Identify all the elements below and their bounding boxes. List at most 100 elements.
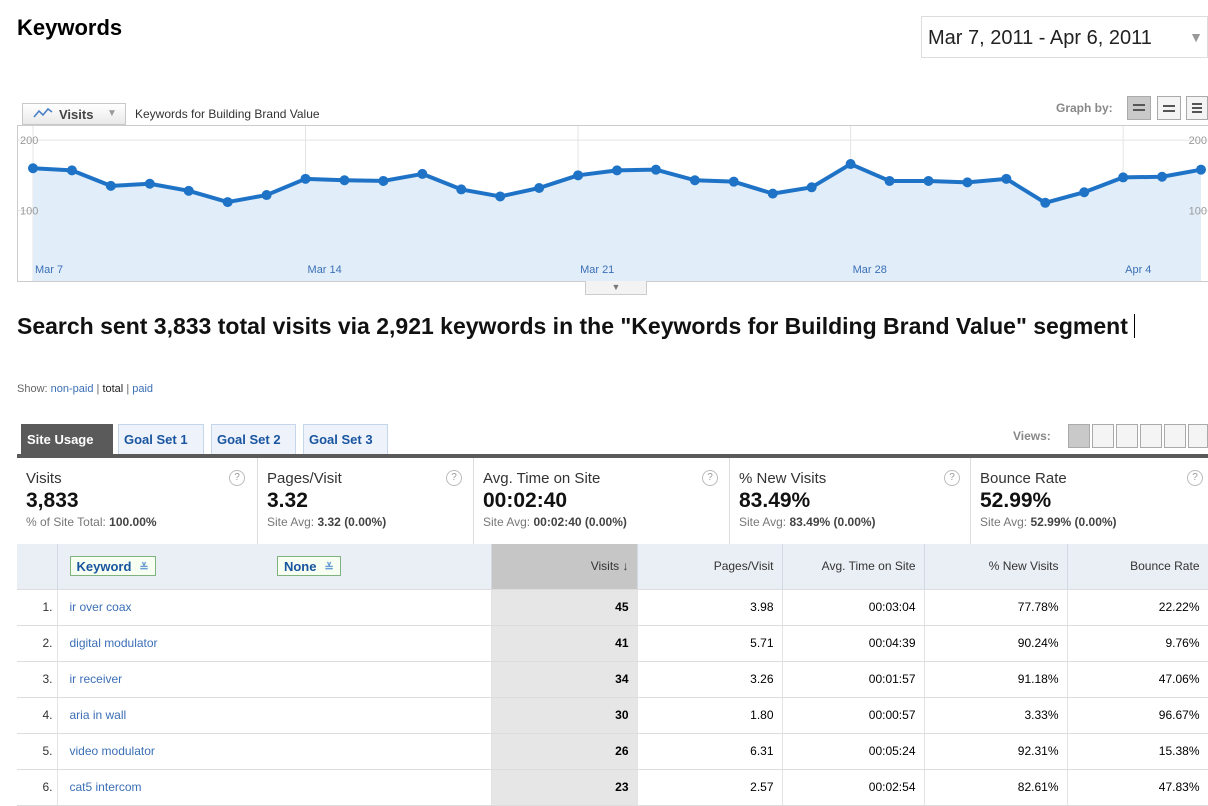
data-point[interactable]: [183, 185, 194, 196]
graph-metric-select[interactable]: Visits ▼: [22, 103, 126, 125]
avg-label: Site Avg:: [739, 515, 787, 529]
data-point[interactable]: [300, 173, 311, 184]
keyword-link[interactable]: ir over coax: [70, 600, 132, 614]
view-comparison-icon[interactable]: [1140, 424, 1162, 448]
data-point[interactable]: [1196, 164, 1206, 175]
row-rank: 6.: [17, 769, 58, 806]
keyword-link[interactable]: video modulator: [70, 744, 155, 758]
data-point[interactable]: [1040, 197, 1051, 208]
visits-cell: 26: [491, 733, 638, 770]
view-performance-icon[interactable]: [1116, 424, 1138, 448]
chart-collapse-handle[interactable]: ▼: [585, 281, 647, 295]
data-point[interactable]: [1001, 173, 1012, 184]
data-point[interactable]: [1079, 187, 1090, 198]
new-visits-cell: 82.61%: [924, 769, 1068, 806]
metric-name: Bounce Rate: [980, 470, 1067, 487]
view-sparkline-icon[interactable]: [1188, 424, 1208, 448]
data-point[interactable]: [767, 188, 778, 199]
pages-visit-header[interactable]: Pages/Visit: [637, 544, 783, 590]
metric-avg: Site Avg: 3.32 (0.00%): [267, 515, 473, 529]
help-icon[interactable]: ?: [944, 470, 960, 486]
tab-goal-set-3[interactable]: Goal Set 3: [303, 424, 388, 454]
data-point[interactable]: [923, 175, 934, 186]
data-point[interactable]: [573, 170, 584, 181]
data-point[interactable]: [884, 175, 895, 186]
data-point[interactable]: [689, 175, 700, 186]
data-point[interactable]: [612, 165, 622, 176]
data-point[interactable]: [28, 163, 38, 174]
tab-goal-set-1[interactable]: Goal Set 1: [118, 424, 204, 454]
graph-by-month-button[interactable]: [1186, 96, 1208, 120]
data-point[interactable]: [495, 191, 506, 202]
double-chevron-down-icon: ≚: [139, 562, 149, 575]
primary-dimension-label: Keyword: [76, 559, 132, 575]
avg-time-header[interactable]: Avg. Time on Site: [782, 544, 925, 590]
help-icon[interactable]: ?: [229, 470, 245, 486]
avg-time-cell: 00:03:04: [782, 589, 925, 626]
secondary-dimension-button[interactable]: None ≚: [276, 556, 341, 577]
data-point[interactable]: [456, 184, 467, 195]
data-point[interactable]: [1157, 171, 1168, 182]
rank-header: [17, 544, 58, 590]
filter-paid-link[interactable]: paid: [132, 383, 153, 395]
keyword-link[interactable]: aria in wall: [70, 708, 127, 722]
data-point[interactable]: [650, 164, 661, 175]
visits-header[interactable]: Visits ↓: [491, 544, 638, 590]
data-point[interactable]: [144, 178, 155, 189]
data-point[interactable]: [962, 177, 973, 188]
tab-goal-set-2[interactable]: Goal Set 2: [211, 424, 296, 454]
data-point[interactable]: [378, 175, 389, 186]
chart-area-fill: [33, 164, 1201, 281]
bounce-rate-header[interactable]: Bounce Rate: [1067, 544, 1208, 590]
filter-separator: |: [126, 383, 130, 395]
table-row: 3. ir receiver 34 3.26 00:01:57 91.18% 4…: [17, 661, 1208, 698]
data-point[interactable]: [105, 180, 116, 191]
graph-by-day-button[interactable]: [1127, 96, 1151, 120]
tab-site-usage[interactable]: Site Usage: [21, 424, 113, 454]
data-point[interactable]: [1118, 172, 1129, 183]
metric-value: 3.32: [267, 489, 308, 512]
chevron-down-icon[interactable]: ▼: [1189, 29, 1203, 45]
view-pivot-icon[interactable]: [1164, 424, 1186, 448]
x-tick-label: Mar 14: [308, 264, 342, 276]
pages-visit-cell: 6.31: [637, 733, 783, 770]
data-point[interactable]: [222, 197, 233, 208]
data-point[interactable]: [806, 182, 817, 193]
avg-time-cell: 00:00:57: [782, 697, 925, 734]
date-range-picker[interactable]: Mar 7, 2011 - Apr 6, 2011 ▼: [921, 16, 1208, 58]
data-point[interactable]: [534, 183, 545, 193]
help-icon[interactable]: ?: [1187, 470, 1203, 486]
data-point[interactable]: [845, 159, 856, 170]
data-point[interactable]: [261, 190, 272, 201]
data-point[interactable]: [417, 168, 428, 179]
graph-by-week-button[interactable]: [1157, 96, 1181, 120]
view-pie-icon[interactable]: [1092, 424, 1114, 448]
date-range-text: Mar 7, 2011 - Apr 6, 2011: [928, 27, 1152, 49]
keyword-link[interactable]: digital modulator: [70, 636, 158, 650]
primary-dimension-button[interactable]: Keyword ≚: [69, 556, 156, 577]
x-tick-label: Apr 4: [1125, 264, 1151, 276]
bounce-rate-cell: 96.67%: [1067, 697, 1208, 734]
pages-visit-cell: 5.71: [637, 625, 783, 662]
visits-line-chart: 200 200 100 100 Mar 7 Mar 14 Mar 21 Mar 28 Apr 4: [17, 125, 1208, 282]
keywords-table: Keyword ≚ None ≚ Visits ↓ Pages/Visit Avg.…: [17, 544, 1208, 806]
keyword-link[interactable]: cat5 intercom: [70, 780, 142, 794]
scorecard-visits: Visits 3,833 % of Site Total: 100.00% ?: [17, 458, 258, 544]
scorecard: Visits 3,833 % of Site Total: 100.00% ? …: [17, 458, 1208, 545]
keyword-link[interactable]: ir receiver: [70, 672, 123, 686]
filter-nonpaid-link[interactable]: non-paid: [51, 383, 94, 395]
scorecard-bounce-rate: Bounce Rate 52.99% Site Avg: 52.99% (0.0…: [971, 458, 1208, 544]
show-filter: Show: non-paid | total | paid: [17, 383, 153, 395]
help-icon[interactable]: ?: [446, 470, 462, 486]
avg-time-cell: 00:01:57: [782, 661, 925, 698]
help-icon[interactable]: ?: [702, 470, 718, 486]
view-table-icon[interactable]: [1068, 424, 1090, 448]
data-point[interactable]: [66, 165, 77, 176]
dimension-header: Keyword ≚ None ≚: [57, 544, 492, 590]
segment-label: Keywords for Building Brand Value: [135, 107, 320, 121]
data-point[interactable]: [728, 176, 739, 187]
visits-cell: 30: [491, 697, 638, 734]
new-visits-header[interactable]: % New Visits: [924, 544, 1068, 590]
data-point[interactable]: [339, 175, 350, 186]
secondary-dimension-label: None: [283, 559, 317, 575]
